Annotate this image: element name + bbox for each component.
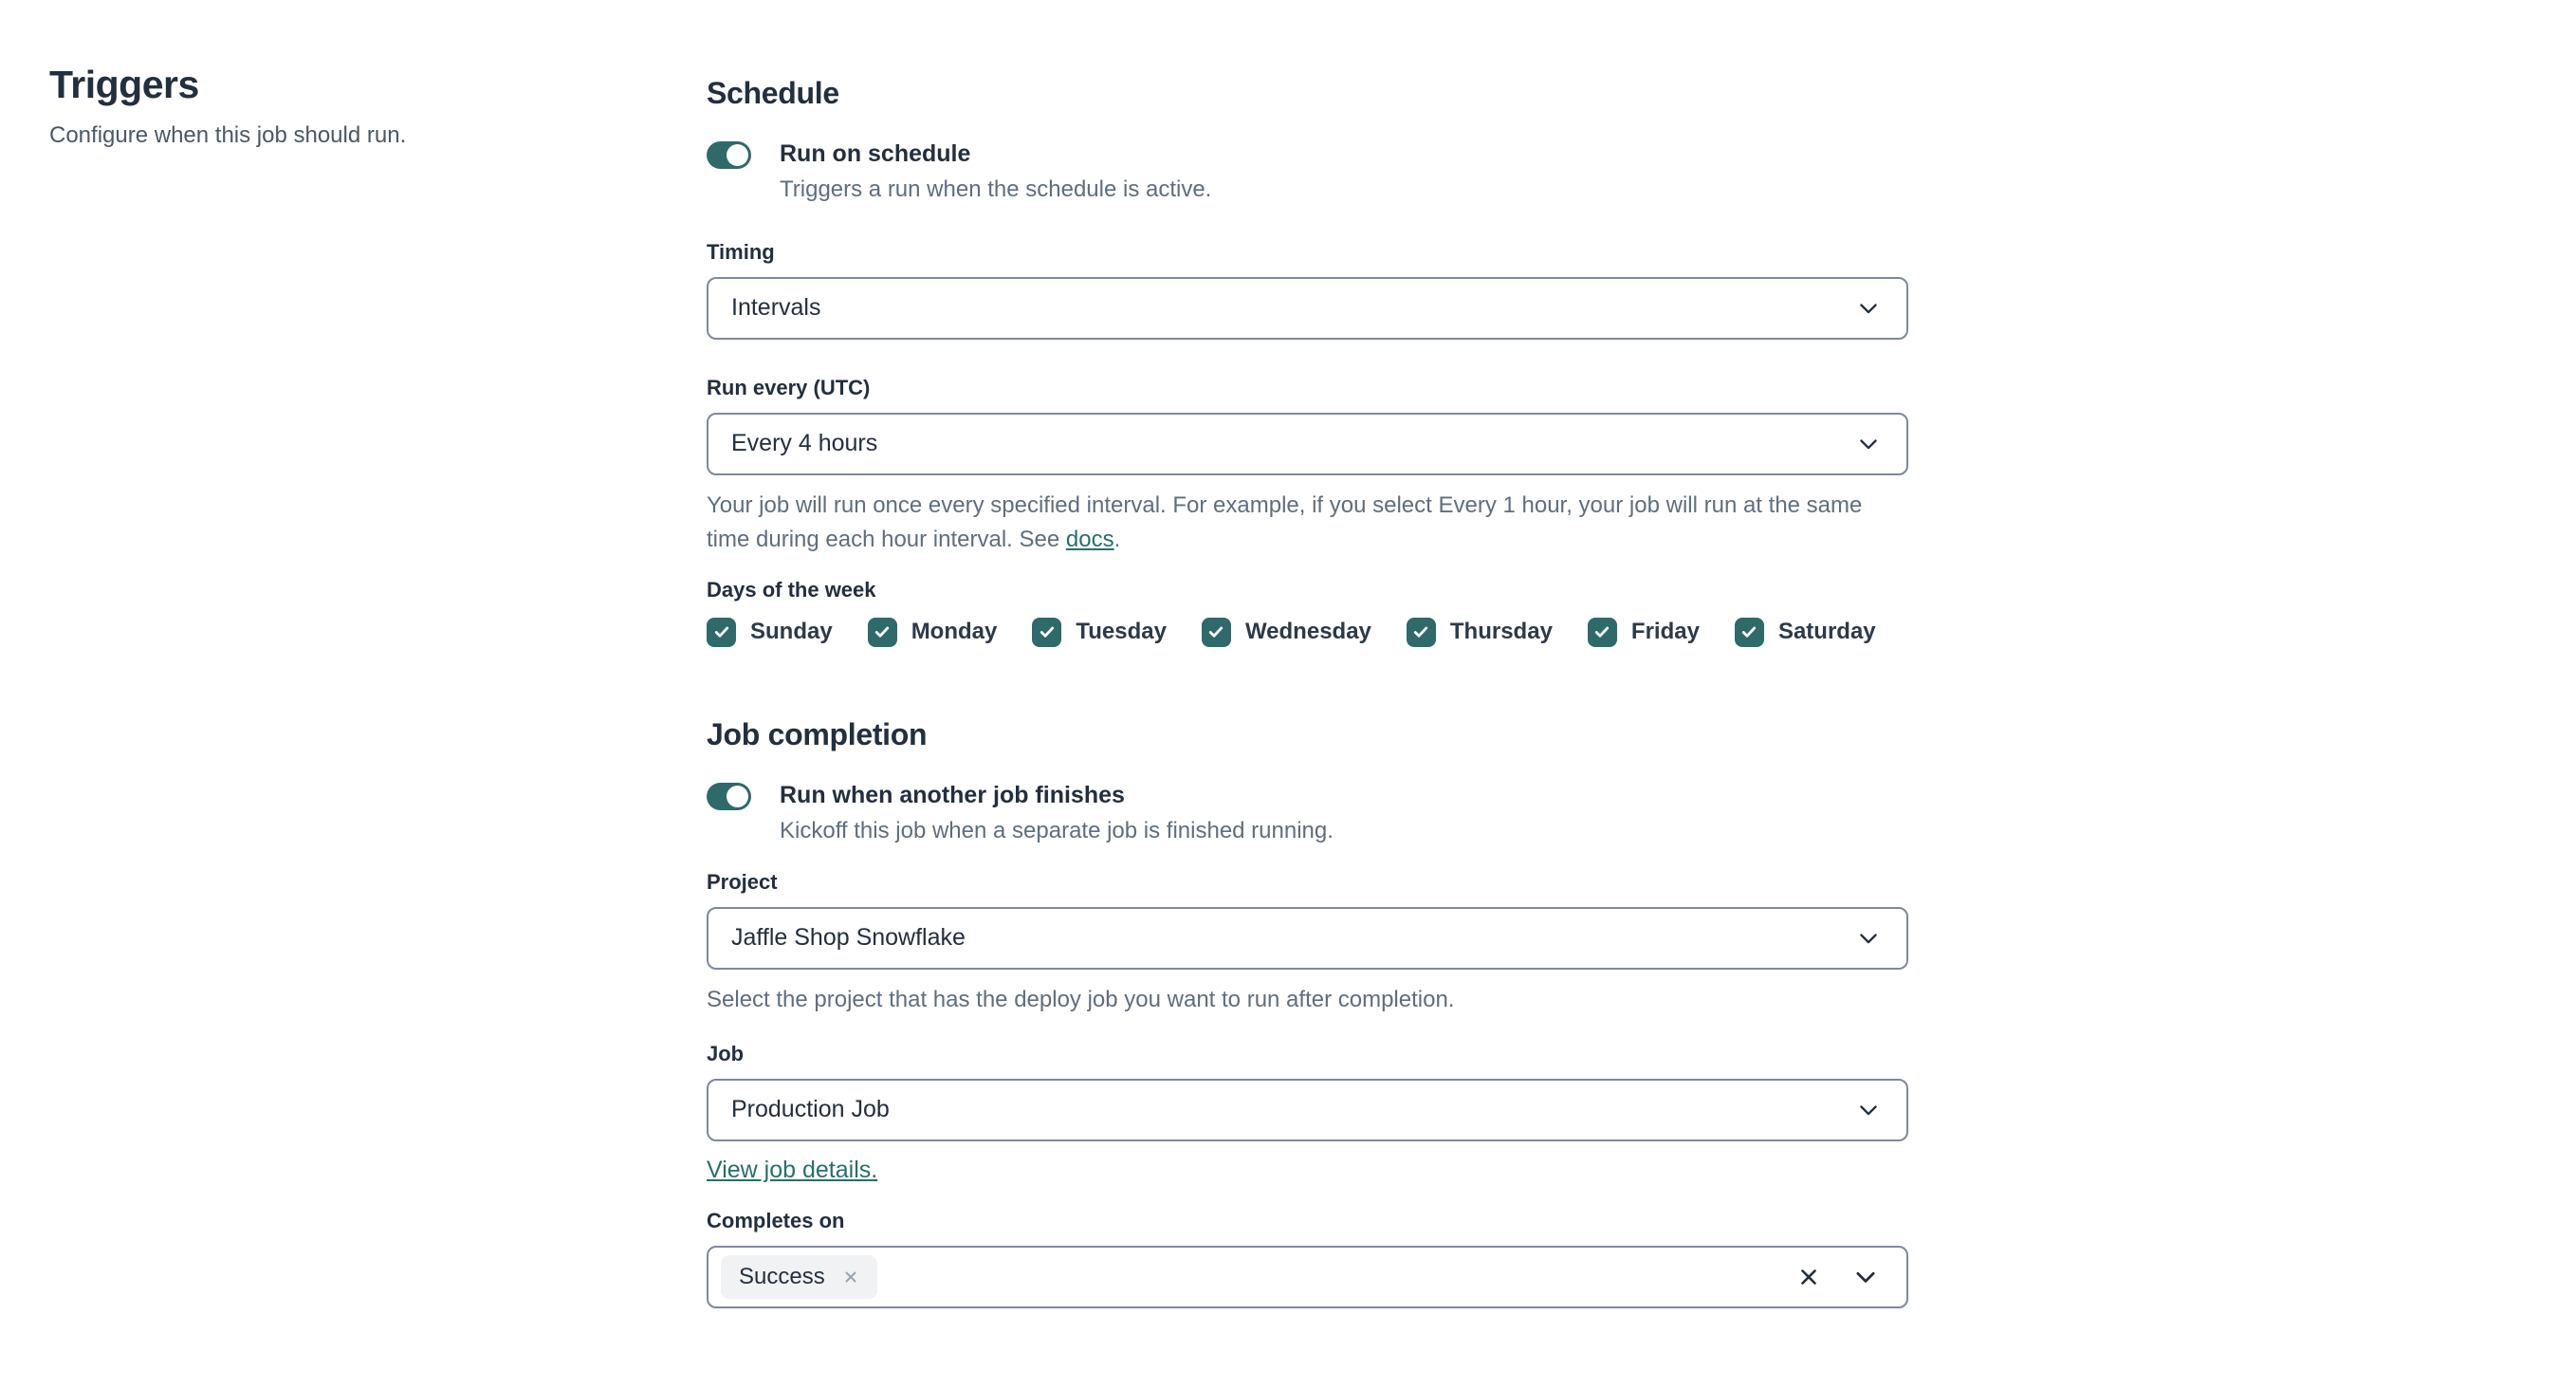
status-chip-label: Success — [739, 1263, 825, 1289]
checkbox-checked-icon — [1587, 617, 1617, 647]
checkbox-checked-icon — [707, 617, 736, 647]
checkbox-checked-icon — [1201, 617, 1231, 647]
project-help-text: Select the project that has the deploy j… — [707, 986, 1455, 1012]
chevron-down-icon — [1860, 1104, 1877, 1115]
triggers-form: Schedule Run on schedule Triggers a run … — [707, 76, 1908, 1308]
page-subtitle: Configure when this job should run. — [49, 122, 407, 148]
days-of-week-row: Sunday Monday Tuesday Wednesday Thursday — [707, 617, 1908, 647]
day-label: Sunday — [750, 619, 833, 645]
day-label: Monday — [911, 619, 998, 645]
view-job-details-link[interactable]: View job details. — [707, 1157, 877, 1183]
run-on-schedule-toggle[interactable] — [707, 141, 751, 169]
left-description-column: Triggers Configure when this job should … — [49, 63, 618, 149]
toggle-knob — [727, 785, 748, 807]
section-heading-schedule: Schedule — [707, 76, 839, 110]
completes-on-label: Completes on — [707, 1208, 845, 1232]
run-every-select[interactable]: Every 4 hours — [707, 412, 1908, 475]
page-title: Triggers — [49, 63, 199, 106]
run-when-finishes-row: Run when another job finishes Kickoff th… — [707, 781, 1908, 845]
days-of-week-field: Days of the week Sunday Monday Tuesday W… — [707, 578, 1908, 647]
run-on-schedule-row: Run on schedule Triggers a run when the … — [707, 139, 1908, 204]
run-every-label: Run every (UTC) — [707, 375, 871, 399]
day-checkbox-tuesday[interactable]: Tuesday — [1032, 617, 1167, 647]
run-when-finishes-label: Run when another job finishes — [780, 781, 1125, 808]
dropdown-chevron-icon[interactable] — [1851, 1263, 1880, 1291]
run-on-schedule-description: Triggers a run when the schedule is acti… — [780, 176, 1212, 202]
run-on-schedule-label: Run on schedule — [780, 140, 971, 167]
day-checkbox-saturday[interactable]: Saturday — [1734, 617, 1876, 647]
toggle-knob — [727, 144, 748, 166]
job-select-value: Production Job — [731, 1096, 890, 1123]
job-select[interactable]: Production Job — [707, 1078, 1908, 1141]
interval-help-text-body: Your job will run once every specified i… — [707, 491, 1863, 552]
clear-selection-icon[interactable] — [1796, 1265, 1821, 1289]
checkbox-checked-icon — [1406, 617, 1436, 647]
timing-field: Timing Intervals — [707, 240, 1908, 340]
day-checkbox-thursday[interactable]: Thursday — [1406, 617, 1553, 647]
run-when-finishes-description: Kickoff this job when a separate job is … — [780, 817, 1334, 843]
run-when-finishes-toggle[interactable] — [707, 782, 751, 810]
day-label: Saturday — [1777, 619, 1876, 645]
job-link-row: View job details. — [707, 1157, 1908, 1184]
day-checkbox-wednesday[interactable]: Wednesday — [1201, 617, 1371, 647]
day-label: Wednesday — [1244, 619, 1371, 645]
run-on-schedule-text: Run on schedule Triggers a run when the … — [780, 139, 1211, 204]
day-checkbox-sunday[interactable]: Sunday — [707, 617, 833, 647]
day-label: Thursday — [1449, 619, 1553, 645]
chevron-down-icon — [1860, 439, 1877, 450]
day-checkbox-monday[interactable]: Monday — [867, 617, 998, 647]
chevron-down-icon — [1860, 304, 1877, 314]
timing-select[interactable]: Intervals — [707, 276, 1908, 340]
job-field: Job Production Job View job details. — [707, 1042, 1908, 1184]
job-label: Job — [707, 1041, 745, 1065]
day-label: Tuesday — [1076, 619, 1167, 645]
day-checkbox-friday[interactable]: Friday — [1587, 617, 1700, 647]
checkbox-checked-icon — [867, 617, 897, 647]
project-select-value: Jaffle Shop Snowflake — [731, 924, 966, 952]
completes-on-field: Completes on Success — [707, 1209, 1908, 1308]
checkbox-checked-icon — [1032, 617, 1062, 647]
checkbox-checked-icon — [1734, 617, 1764, 647]
timing-select-value: Intervals — [731, 294, 821, 322]
docs-link[interactable]: docs — [1066, 527, 1114, 552]
run-every-field: Run every (UTC) Every 4 hours Your job w… — [707, 376, 1908, 557]
project-label: Project — [707, 869, 778, 894]
run-when-finishes-text: Run when another job finishes Kickoff th… — [780, 781, 1334, 845]
completes-on-multiselect[interactable]: Success — [707, 1245, 1908, 1308]
chevron-down-icon — [1860, 933, 1877, 943]
day-label: Friday — [1630, 619, 1700, 645]
project-select[interactable]: Jaffle Shop Snowflake — [707, 906, 1908, 970]
interval-help-text-suffix: . — [1113, 526, 1121, 552]
chip-remove-icon[interactable] — [842, 1269, 859, 1286]
status-chip-success: Success — [721, 1254, 877, 1299]
days-of-week-label: Days of the week — [707, 577, 876, 602]
timing-label: Timing — [707, 239, 775, 264]
multiselect-controls — [1796, 1263, 1880, 1291]
interval-help-text: Your job will run once every specified i… — [707, 489, 1908, 557]
run-every-select-value: Every 4 hours — [731, 430, 878, 457]
section-heading-job-completion: Job completion — [707, 716, 928, 751]
triggers-settings-page: Triggers Configure when this job should … — [0, 0, 2576, 1389]
project-field: Project Jaffle Shop Snowflake Select the… — [707, 870, 1908, 1017]
